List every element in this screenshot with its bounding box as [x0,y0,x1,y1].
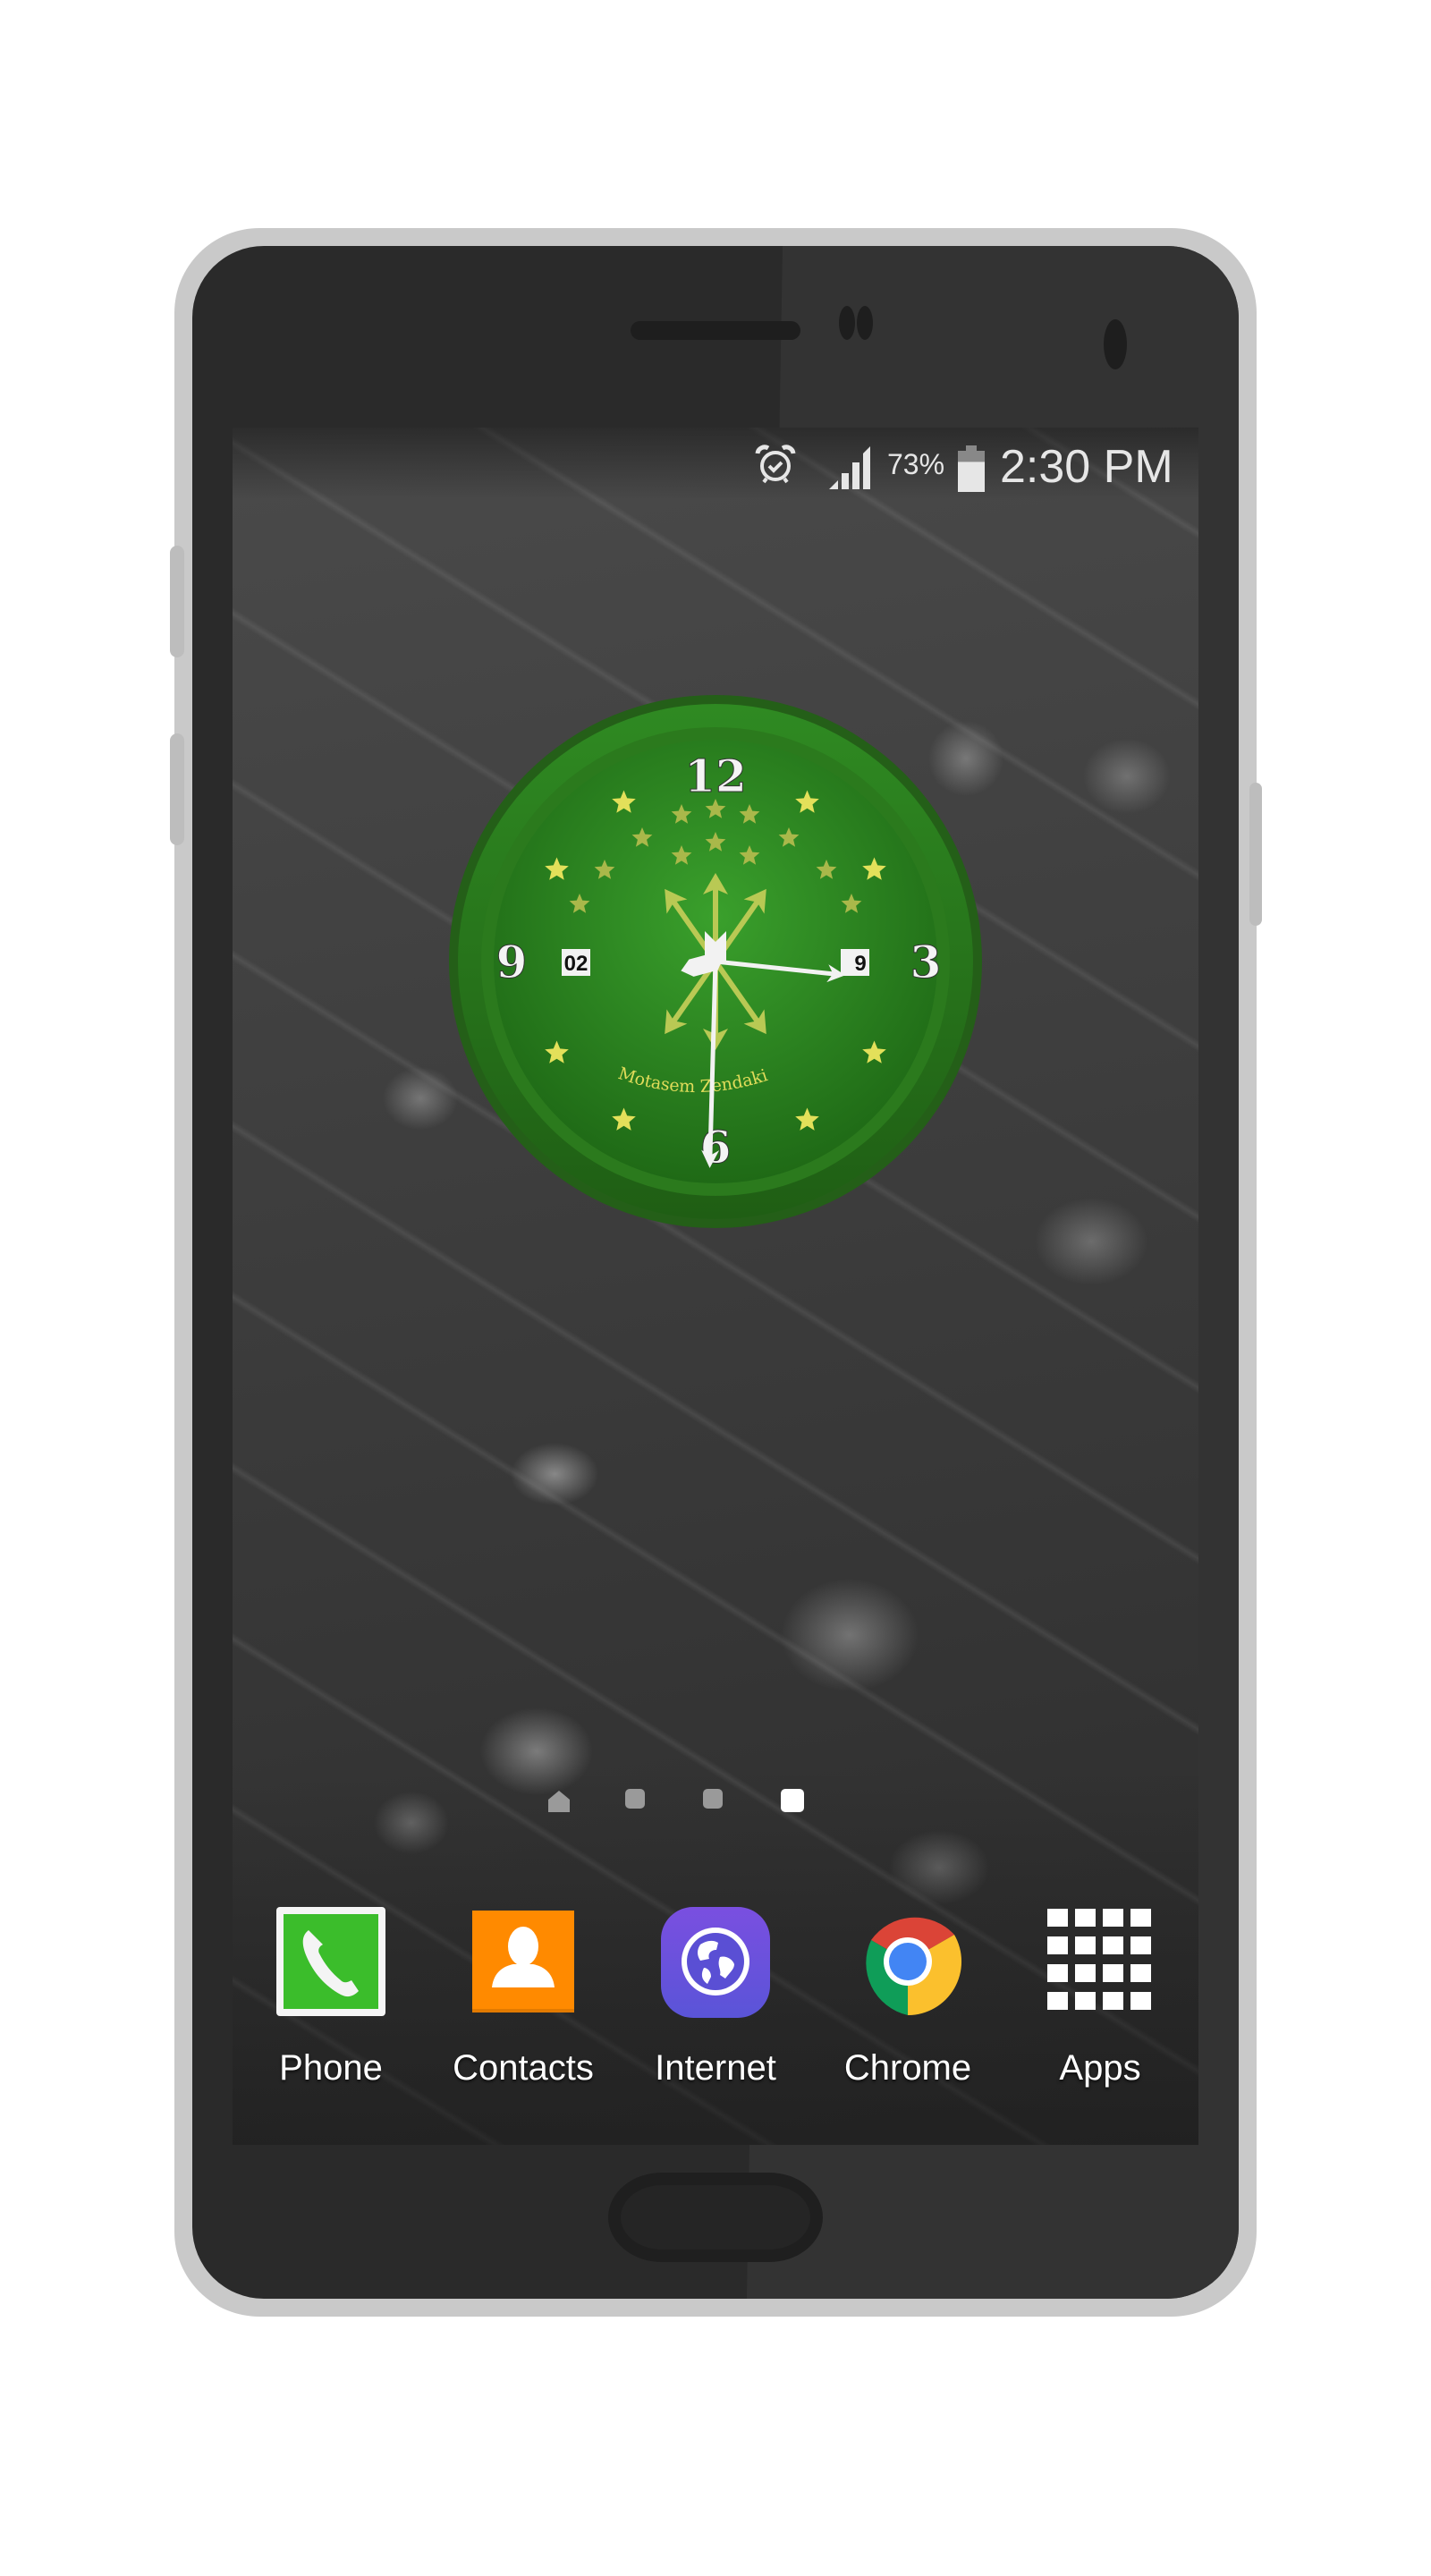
dock-label-contacts: Contacts [453,2048,594,2088]
dock-label-phone: Phone [279,2048,383,2088]
earpiece-speaker [631,321,800,340]
chrome-icon [866,1917,962,2015]
battery-icon [958,445,985,492]
apps-grid-cell [1075,1936,1096,1954]
apps-grid-cell [1103,1964,1123,1982]
apps-grid-cell [1047,1909,1068,1927]
volume-down-button[interactable] [170,733,184,845]
front-camera [1104,319,1127,369]
numeral-12: 12 [684,750,747,802]
dock-label-internet: Internet [655,2048,776,2088]
page-indicators [547,1789,887,1816]
left-window-value: 02 [564,952,588,976]
contacts-icon [472,1911,574,2012]
status-time: 2:30 PM [1000,441,1173,493]
dock-app-apps[interactable]: Apps [1002,1903,1198,2136]
apps-grid-cell [1075,1964,1096,1982]
volume-up-button[interactable] [170,546,184,657]
app-dock: Phone Contacts Internet Chrome Apps [233,1903,1198,2145]
right-window-value: 9 [854,952,866,976]
analog-clock-widget[interactable]: 12 3 6 9 02 9 Motasem Zendaki [447,693,984,1230]
numeral-6: 6 [700,1121,732,1174]
page-indicator[interactable] [703,1789,723,1809]
phone-screen: 73% 2:30 PM 12 3 6 9 02 9 Motasem Zendak… [233,428,1198,2145]
dock-app-internet[interactable]: Internet [617,1903,814,2136]
page-indicator-home[interactable] [547,1789,571,1817]
apps-grid-cell [1075,1909,1096,1927]
apps-grid-cell [1047,1992,1068,2010]
alarm-icon [755,445,796,484]
numeral-9: 9 [496,936,528,988]
proximity-sensor [839,306,855,340]
battery-percent: 73% [887,448,945,480]
apps-grid-cell [1130,1992,1151,2010]
internet-globe-icon [661,1907,770,2018]
apps-grid-cell [1047,1936,1068,1954]
dock-app-chrome[interactable]: Chrome [809,1903,1006,2136]
phone-icon [276,1907,385,2016]
apps-grid-icon [1047,1909,1151,2010]
apps-grid-cell [1075,1992,1096,2010]
dock-app-phone[interactable]: Phone [233,1903,429,2136]
apps-grid-cell [1103,1909,1123,1927]
home-key[interactable] [608,2173,823,2262]
apps-grid-cell [1130,1909,1151,1927]
status-bar[interactable]: 73% 2:30 PM [233,428,1198,499]
signal-icon [829,446,870,489]
dock-app-contacts[interactable]: Contacts [425,1903,622,2136]
apps-grid-cell [1103,1936,1123,1954]
numeral-3: 3 [910,936,942,988]
dock-label-apps: Apps [1059,2048,1141,2088]
battery-fill [958,462,985,492]
page-indicator[interactable] [625,1789,645,1809]
power-button[interactable] [1249,783,1262,926]
page-indicator-active[interactable] [781,1789,804,1812]
apps-grid-cell [1130,1936,1151,1954]
light-sensor [857,306,873,340]
dock-label-chrome: Chrome [843,2048,972,2088]
apps-grid-cell [1130,1964,1151,1982]
home-icon [548,1791,570,1812]
apps-grid-cell [1103,1992,1123,2010]
apps-grid-cell [1047,1964,1068,1982]
